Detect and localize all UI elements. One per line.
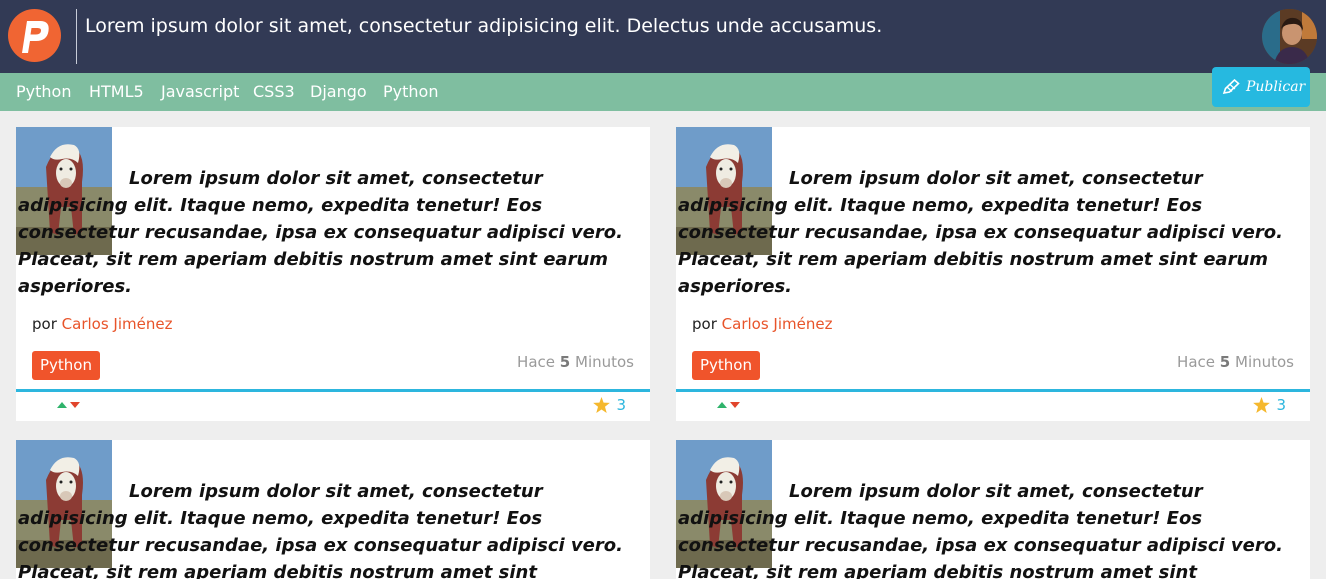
star-rating[interactable]: 3 bbox=[593, 396, 626, 414]
category-nav: Python HTML5 Javascript CSS3 Django Pyth… bbox=[0, 73, 1326, 111]
post-card[interactable]: Lorem ipsum dolor sit amet, consectetur … bbox=[676, 127, 1310, 421]
byline-prefix: por bbox=[692, 315, 717, 333]
post-card[interactable]: Lorem ipsum dolor sit amet, consectetur … bbox=[16, 127, 650, 421]
card-footer: 3 bbox=[708, 392, 1294, 421]
post-text: Lorem ipsum dolor sit amet, consectetur … bbox=[678, 481, 1283, 579]
card-footer: 3 bbox=[48, 392, 634, 421]
nav-item-django[interactable]: Django bbox=[310, 83, 367, 101]
post-time: Hace 5 Minutos bbox=[517, 353, 634, 371]
byline-prefix: por bbox=[32, 315, 57, 333]
nav-item-css3[interactable]: CSS3 bbox=[253, 83, 295, 101]
author-link[interactable]: Carlos Jiménez bbox=[722, 315, 833, 333]
star-icon bbox=[1253, 397, 1271, 413]
post-byline: por Carlos Jiménez bbox=[32, 315, 172, 333]
post-text: Lorem ipsum dolor sit amet, consectetur … bbox=[678, 168, 1283, 297]
post-byline: por Carlos Jiménez bbox=[692, 315, 832, 333]
vote-arrows-icon[interactable] bbox=[716, 401, 742, 409]
time-prefix: Hace bbox=[1177, 353, 1215, 371]
post-text: Lorem ipsum dolor sit amet, consectetur … bbox=[18, 481, 623, 579]
time-prefix: Hace bbox=[517, 353, 555, 371]
logo-p-icon[interactable] bbox=[8, 9, 61, 62]
post-card[interactable]: Lorem ipsum dolor sit amet, consectetur … bbox=[16, 440, 650, 579]
star-rating[interactable]: 3 bbox=[1253, 396, 1286, 414]
pencil-icon bbox=[1222, 79, 1240, 95]
nav-item-html5[interactable]: HTML5 bbox=[89, 83, 144, 101]
star-icon bbox=[593, 397, 611, 413]
star-count: 3 bbox=[1276, 396, 1286, 414]
author-link[interactable]: Carlos Jiménez bbox=[62, 315, 173, 333]
time-value: 5 bbox=[559, 353, 571, 371]
vote-arrows-icon[interactable] bbox=[56, 401, 82, 409]
nav-item-python-2[interactable]: Python bbox=[383, 83, 438, 101]
user-avatar[interactable] bbox=[1262, 9, 1317, 64]
tag-badge[interactable]: Python bbox=[32, 351, 100, 380]
top-header: Lorem ipsum dolor sit amet, consectetur … bbox=[0, 0, 1326, 73]
post-card[interactable]: Lorem ipsum dolor sit amet, consectetur … bbox=[676, 440, 1310, 579]
time-unit: Minutos bbox=[1235, 353, 1294, 371]
tag-badge[interactable]: Python bbox=[692, 351, 760, 380]
star-count: 3 bbox=[616, 396, 626, 414]
time-unit: Minutos bbox=[575, 353, 634, 371]
page-title: Lorem ipsum dolor sit amet, consectetur … bbox=[85, 15, 883, 37]
header-divider bbox=[76, 9, 77, 64]
post-time: Hace 5 Minutos bbox=[1177, 353, 1294, 371]
publish-button[interactable]: Publicar bbox=[1212, 67, 1310, 107]
post-text: Lorem ipsum dolor sit amet, consectetur … bbox=[18, 168, 623, 297]
publish-label: Publicar bbox=[1246, 79, 1306, 95]
nav-item-javascript[interactable]: Javascript bbox=[161, 83, 239, 101]
time-value: 5 bbox=[1219, 353, 1231, 371]
nav-item-python[interactable]: Python bbox=[16, 83, 71, 101]
